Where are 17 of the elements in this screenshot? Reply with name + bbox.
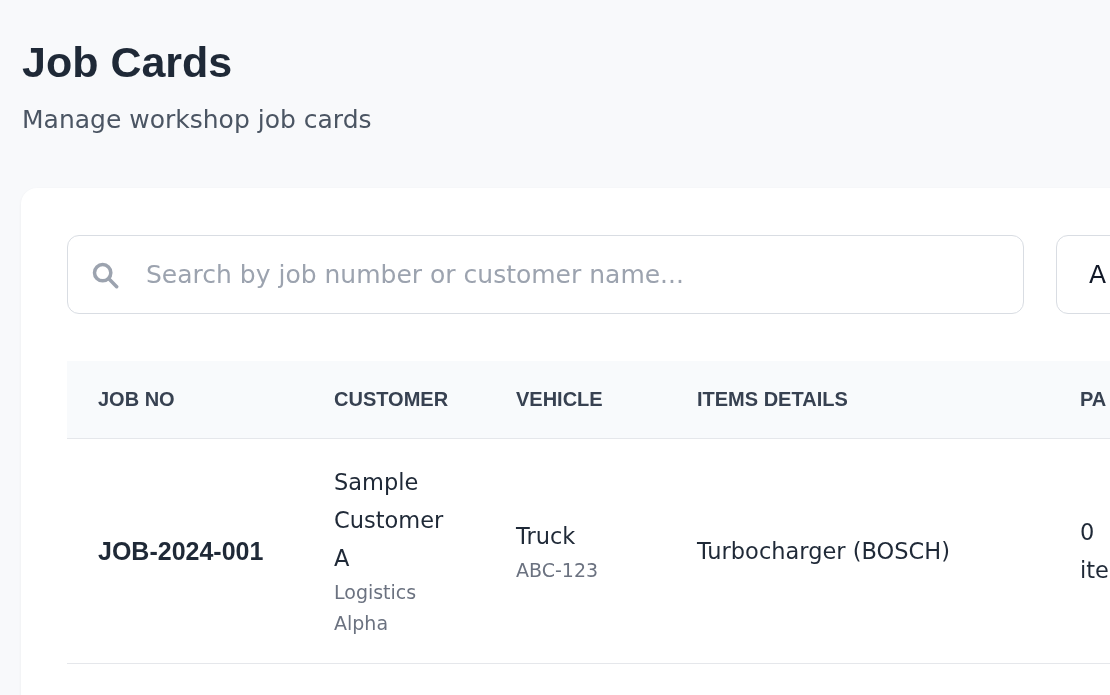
search-icon [91,261,119,289]
column-header: VEHICLE [516,388,603,411]
page-subtitle: Manage workshop job cards [22,104,372,136]
company-name: Logistics Alpha [334,580,418,636]
column-header: PA [1080,388,1107,411]
column-header: CUSTOMER [334,388,449,411]
search-field[interactable]: Search by job number or customer name... [67,235,1024,314]
page-title: Job Cards [22,37,233,88]
plate-number: ABC-123 [516,557,599,583]
column-header: JOB NO [98,388,175,411]
customer-name: Sample Customer A [334,468,445,573]
filter-dropdown[interactable]: A [1056,235,1110,314]
parts-count: 0 ite [1080,518,1110,585]
vehicle-type: Truck [516,521,576,551]
items-details: Turbocharger (BOSCH) [697,537,950,566]
column-header: ITEMS DETAILS [697,388,848,411]
job-number: JOB-2024-001 [98,536,264,566]
